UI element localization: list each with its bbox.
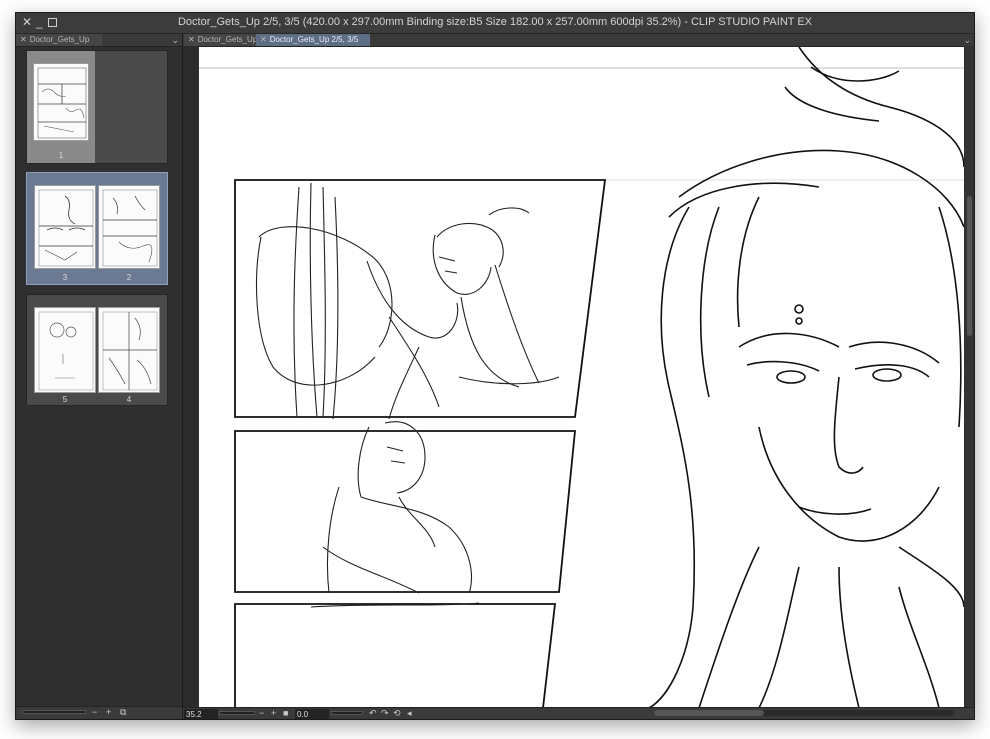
document-tab-label: Doctor_Gets_Up 2/5, 3/5 — [269, 35, 359, 44]
zoom-slider[interactable] — [219, 711, 255, 715]
panel-1 — [234, 179, 607, 418]
page-2-sketch — [102, 189, 158, 267]
zoom-level-field[interactable] — [184, 709, 218, 719]
page-5-sketch — [38, 311, 94, 391]
page-4-sketch — [102, 311, 158, 391]
thumbnail-size-slider[interactable] — [22, 710, 86, 714]
document-tabbar: ✕Doctor_Gets_Up 1/5 ✕Doctor_Gets_Up 2/5,… — [183, 34, 974, 47]
page-3-sketch — [38, 189, 94, 267]
window-title: Doctor_Gets_Up 2/5, 3/5 (420.00 x 297.00… — [177, 16, 813, 28]
flip-icon[interactable]: ◂ — [407, 708, 412, 719]
panel-frames — [234, 179, 607, 708]
page-5-image — [34, 307, 96, 393]
drawing-canvas[interactable] — [199, 47, 964, 708]
document-tab-2[interactable]: ✕ Doctor_Gets_Up 2/5, 3/5 — [256, 34, 370, 46]
page-manager-footer: − + ⧉ — [16, 706, 182, 719]
page-manager-tab-label: Doctor_Gets_Up — [29, 35, 90, 44]
app-window: ✕ _ Doctor_Gets_Up 2/5, 3/5 (420.00 x 29… — [15, 12, 975, 720]
fit-view-icon[interactable]: ■ — [283, 708, 288, 719]
document-tab-label: Doctor_Gets_Up 1/5 — [197, 35, 262, 44]
horizontal-scrollbar[interactable] — [654, 710, 954, 716]
page-number-label: 3 — [62, 273, 68, 282]
page-manager-tab[interactable]: ✕ Doctor_Gets_Up — [16, 34, 102, 46]
page-manager-panel: ✕ Doctor_Gets_Up ⌄ 1 3 2 5 4 − + ⧉ — [16, 34, 183, 719]
panel-2 — [234, 430, 576, 593]
horizontal-scrollbar-thumb[interactable] — [654, 710, 764, 716]
zoom-out-icon[interactable]: − — [92, 707, 97, 718]
vertical-scrollbar-thumb[interactable] — [967, 196, 972, 336]
status-bar: − + ■ ↶ ↷ ⟲ ◂ — [183, 707, 974, 719]
panel-3 — [234, 603, 557, 708]
page-3-image — [34, 185, 96, 269]
page-2-image — [98, 185, 160, 269]
page-4-image — [98, 307, 160, 393]
panel-1-sketch — [256, 182, 560, 420]
rotation-angle-field[interactable] — [295, 709, 329, 719]
rotate-right-icon[interactable]: ↷ — [381, 708, 389, 719]
page-add-icon[interactable]: ⧉ — [120, 707, 126, 718]
zoom-in-icon[interactable]: + — [106, 707, 111, 718]
title-bar: ✕ _ Doctor_Gets_Up 2/5, 3/5 (420.00 x 29… — [16, 13, 974, 34]
panel-2-sketch — [310, 421, 480, 608]
page-number-label: 2 — [126, 273, 132, 282]
page-1-sketch — [37, 67, 87, 139]
page-thumbnail-spread-2-3[interactable]: 3 2 — [26, 172, 168, 285]
canvas-gutter — [183, 46, 197, 708]
canvas-area: ✕Doctor_Gets_Up 1/5 ✕Doctor_Gets_Up 2/5,… — [183, 34, 974, 719]
close-tab-icon[interactable]: ✕ — [188, 35, 195, 44]
page-thumbnail-1[interactable]: 1 — [26, 50, 168, 164]
reset-rotation-icon[interactable]: ⟲ — [393, 708, 401, 719]
rotation-slider[interactable] — [331, 711, 363, 715]
page-manager-tabbar: ✕ Doctor_Gets_Up ⌄ — [16, 34, 182, 47]
page-number-label: 1 — [58, 151, 64, 160]
zoom-in-icon[interactable]: + — [271, 708, 276, 719]
chevron-down-icon[interactable]: ⌄ — [963, 34, 971, 46]
document-tab-1[interactable]: ✕Doctor_Gets_Up 1/5 — [184, 34, 262, 46]
portrait-sketch — [648, 47, 964, 708]
page-1-image — [33, 63, 89, 141]
rotate-left-icon[interactable]: ↶ — [369, 708, 377, 719]
chevron-down-icon[interactable]: ⌄ — [171, 34, 179, 46]
page-number-label: 5 — [62, 395, 68, 404]
manga-sketch-artwork — [199, 47, 964, 708]
zoom-out-icon[interactable]: − — [259, 708, 264, 719]
close-tab-icon[interactable]: ✕ — [260, 35, 267, 44]
page-thumbnail-spread-4-5[interactable]: 5 4 — [26, 294, 168, 406]
vertical-scrollbar[interactable] — [965, 46, 974, 708]
close-tab-icon[interactable]: ✕ — [20, 35, 27, 44]
page-number-label: 4 — [126, 395, 132, 404]
